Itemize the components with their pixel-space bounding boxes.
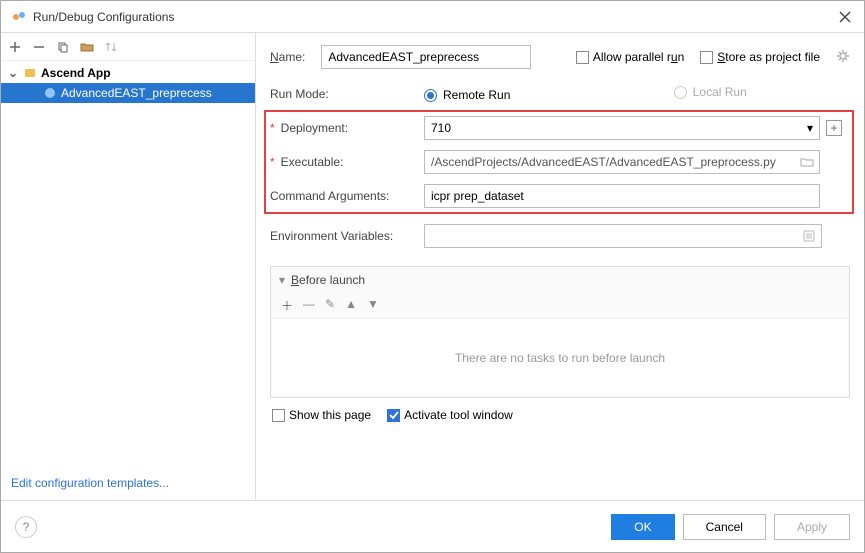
local-run-label: Local Run: [693, 85, 747, 99]
gear-icon[interactable]: [836, 49, 850, 66]
deployment-value: 710: [431, 121, 451, 135]
tree-group-label: Ascend App: [41, 66, 111, 80]
apply-button: Apply: [774, 514, 850, 540]
executable-label: Executable:: [281, 155, 344, 169]
before-launch-title: Before launch: [291, 273, 365, 287]
highlighted-fields: *Deployment: 710 ▾ + *Executable: /Ascen…: [264, 110, 854, 214]
tree-group-ascend-app[interactable]: ⌄ Ascend App: [1, 63, 255, 83]
store-as-project-checkbox[interactable]: Store as project file: [700, 50, 820, 64]
store-as-project-label: Store as project file: [717, 50, 820, 64]
allow-parallel-label: Allow parallel run: [593, 50, 684, 64]
deployment-dropdown[interactable]: 710 ▾: [424, 116, 820, 140]
name-label: Name:: [270, 50, 305, 64]
help-button[interactable]: ?: [15, 516, 37, 538]
args-input[interactable]: [424, 184, 820, 208]
add-deployment-button[interactable]: +: [826, 120, 842, 136]
show-this-page-label: Show this page: [289, 408, 371, 422]
checkmark-icon: [387, 409, 400, 422]
ok-button[interactable]: OK: [611, 514, 674, 540]
executable-input[interactable]: /AscendProjects/AdvancedEAST/AdvancedEAS…: [424, 150, 820, 174]
chevron-down-icon: ⌄: [7, 66, 19, 80]
window-title: Run/Debug Configurations: [33, 10, 836, 24]
edit-task-icon: ✎: [325, 297, 335, 314]
sort-icon[interactable]: [103, 39, 119, 55]
config-toolbar: [1, 33, 255, 61]
activate-tool-label: Activate tool window: [404, 408, 513, 422]
add-icon[interactable]: [7, 39, 23, 55]
tree-item-label: AdvancedEAST_preprecess: [61, 86, 212, 100]
chevron-down-icon: ▾: [807, 121, 813, 135]
edit-templates-link[interactable]: Edit configuration templates...: [11, 476, 169, 490]
allow-parallel-checkbox[interactable]: Allow parallel run: [576, 50, 684, 64]
chevron-down-icon[interactable]: ▾: [279, 273, 285, 287]
before-launch-empty: There are no tasks to run before launch: [272, 318, 848, 396]
env-input[interactable]: [424, 224, 822, 248]
deployment-label: Deployment:: [281, 121, 348, 135]
executable-value: /AscendProjects/AdvancedEAST/AdvancedEAS…: [431, 155, 799, 169]
left-panel: ⌄ Ascend App AdvancedEAST_preprecess Edi…: [1, 33, 256, 500]
move-down-icon: ▼: [367, 297, 379, 314]
group-icon: [23, 66, 37, 80]
local-run-radio: Local Run: [674, 85, 747, 99]
env-label: Environment Variables:: [270, 229, 393, 243]
remove-icon[interactable]: [31, 39, 47, 55]
before-launch-section: ▾ Before launch ＋ — ✎ ▲ ▼ There are no t…: [270, 266, 850, 398]
run-config-icon: [43, 86, 57, 100]
folder-icon[interactable]: [799, 154, 815, 170]
show-this-page-checkbox[interactable]: Show this page: [272, 408, 371, 422]
run-mode-row: Remote Run Local Run: [424, 85, 822, 102]
tree-item-advancedeast[interactable]: AdvancedEAST_preprecess: [1, 83, 255, 103]
close-button[interactable]: [836, 8, 854, 26]
remote-run-label: Remote Run: [443, 88, 510, 102]
remote-run-radio[interactable]: Remote Run: [424, 88, 510, 102]
folder-icon[interactable]: [79, 39, 95, 55]
remove-task-icon: —: [303, 297, 315, 314]
activate-tool-window-checkbox[interactable]: Activate tool window: [387, 408, 513, 422]
move-up-icon: ▲: [345, 297, 357, 314]
app-icon: [11, 9, 27, 25]
config-tree: ⌄ Ascend App AdvancedEAST_preprecess: [1, 61, 255, 466]
run-mode-label: Run Mode:: [270, 87, 329, 101]
titlebar: Run/Debug Configurations: [1, 1, 864, 33]
dialog-footer: ? OK Cancel Apply: [1, 500, 864, 552]
add-task-icon[interactable]: ＋: [281, 297, 293, 314]
cancel-button[interactable]: Cancel: [683, 514, 766, 540]
right-panel: Name: Allow parallel run Store as projec…: [256, 33, 864, 500]
copy-icon[interactable]: [55, 39, 71, 55]
list-icon[interactable]: [801, 228, 817, 244]
args-label: Command Arguments:: [270, 189, 389, 203]
name-input[interactable]: [321, 45, 531, 69]
